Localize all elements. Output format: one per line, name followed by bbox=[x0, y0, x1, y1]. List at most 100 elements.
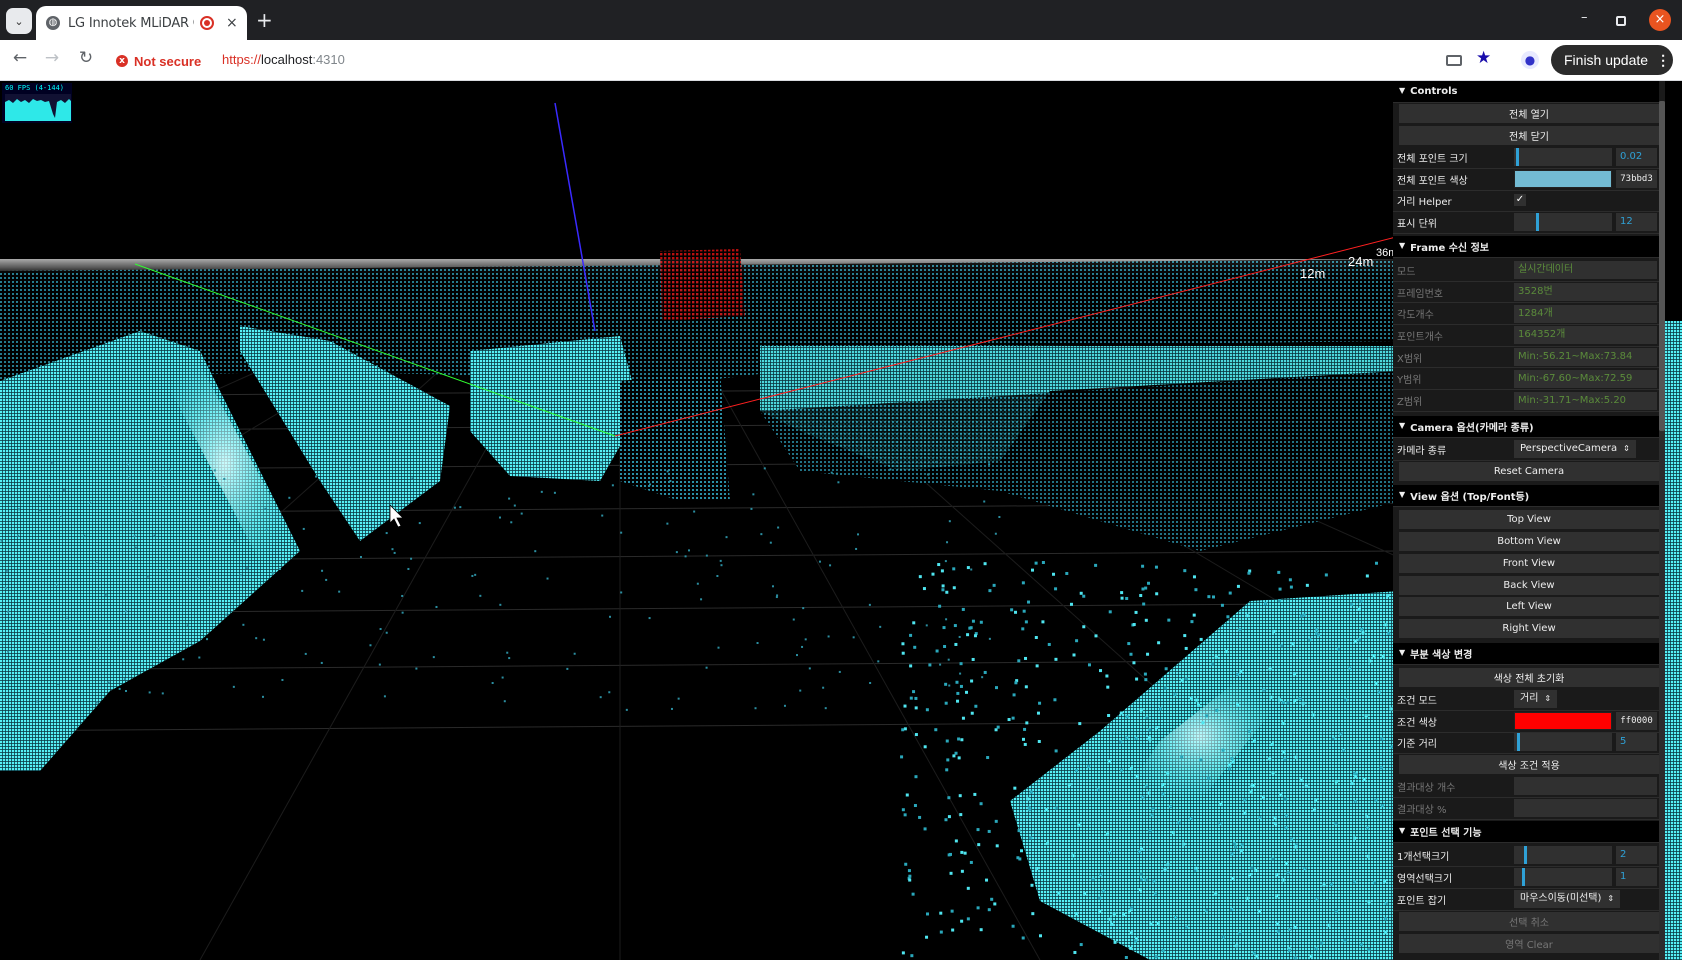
minimize-button[interactable]: – bbox=[1581, 10, 1588, 25]
point-color-swatch[interactable] bbox=[1514, 170, 1612, 189]
lidar-point bbox=[1278, 587, 1282, 591]
slider-handle[interactable] bbox=[1523, 846, 1527, 865]
lidar-point bbox=[705, 666, 708, 669]
distance-helper-row: 거리 Helper ✓ bbox=[1393, 190, 1659, 212]
lidar-point bbox=[1047, 642, 1051, 646]
lidar-point bbox=[1221, 935, 1225, 939]
point-size-slider[interactable] bbox=[1514, 148, 1612, 167]
security-indicator[interactable]: x Not secure bbox=[116, 49, 201, 73]
fps-stats-panel[interactable]: 60 FPS (4-144) bbox=[2, 83, 72, 123]
area-select-size-row: 영역선택크기 1 bbox=[1393, 867, 1659, 889]
display-unit-input[interactable]: 12 bbox=[1616, 213, 1657, 232]
open-all-button[interactable]: 전체 열기 bbox=[1399, 104, 1659, 123]
finish-update-button[interactable]: Finish update ⋮ bbox=[1551, 45, 1673, 75]
tab-active[interactable]: ◍ LG Innotek MLiDAR C × bbox=[36, 6, 247, 40]
controls-panel: ▼ Controls 전체 열기 전체 닫기 전체 포인트 크기 0.02 전체 … bbox=[1393, 81, 1665, 960]
area-select-size-slider[interactable] bbox=[1514, 868, 1612, 887]
right-view-button[interactable]: Right View bbox=[1399, 619, 1659, 638]
window-close-button[interactable]: × bbox=[1649, 9, 1671, 31]
lidar-point bbox=[1239, 669, 1243, 673]
lidar-point bbox=[1145, 715, 1149, 719]
slider-handle[interactable] bbox=[1516, 733, 1520, 752]
url-field[interactable]: https://localhost:4310 bbox=[222, 52, 345, 67]
lidar-point bbox=[1302, 613, 1306, 617]
lidar-point bbox=[979, 802, 983, 806]
lidar-point bbox=[245, 567, 248, 570]
section-partial-color[interactable]: ▼ 부분 색상 변경 bbox=[1393, 643, 1659, 665]
lidar-point bbox=[1192, 613, 1196, 617]
area-select-size-input[interactable]: 1 bbox=[1616, 868, 1657, 887]
back-button[interactable]: ← bbox=[7, 48, 33, 68]
lidar-point bbox=[1156, 922, 1160, 926]
lidar-point bbox=[59, 514, 62, 517]
close-all-button[interactable]: 전체 닫기 bbox=[1399, 126, 1659, 145]
lidar-point bbox=[1159, 707, 1163, 711]
lidar-point bbox=[1230, 757, 1234, 761]
lidar-point bbox=[937, 563, 941, 567]
slider-handle[interactable] bbox=[1515, 148, 1519, 167]
condition-mode-value: 거리 bbox=[1520, 693, 1539, 705]
camera-type-select[interactable]: PerspectiveCamera ⇕ bbox=[1514, 440, 1636, 459]
single-select-size-input[interactable]: 2 bbox=[1616, 846, 1657, 865]
slider-handle[interactable] bbox=[1535, 213, 1539, 232]
slider-handle[interactable] bbox=[1521, 868, 1525, 887]
area-clear-button[interactable]: 영역 Clear bbox=[1399, 934, 1659, 953]
base-distance-input[interactable]: 5 bbox=[1616, 733, 1657, 752]
deselect-button[interactable]: 선택 취소 bbox=[1399, 912, 1659, 931]
lidar-point bbox=[1285, 814, 1289, 818]
lidar-point bbox=[1135, 677, 1139, 681]
maximize-button[interactable] bbox=[1616, 16, 1626, 26]
bookmark-star-icon[interactable]: ★ bbox=[1476, 48, 1491, 68]
section-view[interactable]: ▼ View 옵션 (Top/Font등) bbox=[1393, 485, 1659, 507]
section-frame-info[interactable]: ▼ Frame 수신 정보 bbox=[1393, 236, 1659, 258]
display-unit-slider[interactable] bbox=[1514, 213, 1612, 232]
condition-color-input[interactable]: ff0000 bbox=[1616, 712, 1657, 731]
new-tab-button[interactable]: + bbox=[256, 10, 273, 30]
tab-close-button[interactable]: × bbox=[226, 15, 238, 31]
base-distance-slider[interactable] bbox=[1514, 733, 1612, 752]
condition-color-swatch[interactable] bbox=[1514, 712, 1612, 731]
frame-info-row: Y범위 Min:-67.60~Max:72.59 bbox=[1393, 369, 1659, 391]
reset-camera-button[interactable]: Reset Camera bbox=[1399, 462, 1659, 481]
single-select-size-slider[interactable] bbox=[1514, 846, 1612, 865]
lidar-point bbox=[935, 461, 938, 464]
lidar-point bbox=[947, 658, 950, 661]
distance-helper-checkbox[interactable]: ✓ bbox=[1514, 194, 1526, 207]
point-grab-select[interactable]: 마우스이동(미선택) ⇕ bbox=[1514, 890, 1621, 909]
reload-button[interactable]: ↻ bbox=[73, 48, 99, 68]
point-color-input[interactable]: 73bbd3 bbox=[1616, 170, 1657, 189]
profile-icon[interactable]: ● bbox=[1521, 51, 1539, 69]
bottom-view-button[interactable]: Bottom View bbox=[1399, 532, 1659, 551]
lidar-point bbox=[1204, 909, 1208, 913]
lidar-point bbox=[133, 534, 136, 537]
apply-color-condition-button[interactable]: 색상 조건 적용 bbox=[1399, 755, 1659, 774]
lidar-point bbox=[1161, 948, 1165, 952]
chevron-down-icon: ⌄ bbox=[14, 14, 24, 28]
camera-icon[interactable] bbox=[1446, 55, 1462, 66]
section-controls[interactable]: ▼ Controls bbox=[1393, 81, 1659, 103]
color-reset-all-button[interactable]: 색상 전체 초기화 bbox=[1399, 668, 1659, 687]
lidar-point bbox=[146, 575, 149, 578]
lidar-point bbox=[1189, 817, 1193, 821]
lidar-point bbox=[401, 594, 404, 597]
lidar-point bbox=[1288, 948, 1292, 952]
front-view-button[interactable]: Front View bbox=[1399, 554, 1659, 573]
forward-button[interactable]: → bbox=[39, 48, 65, 68]
lidar-point bbox=[1372, 881, 1376, 885]
tab-search-button[interactable]: ⌄ bbox=[6, 8, 32, 34]
condition-mode-select[interactable]: 거리 ⇕ bbox=[1514, 690, 1558, 709]
section-camera[interactable]: ▼ Camera 옵션(카메라 종류) bbox=[1393, 416, 1659, 438]
section-point-select[interactable]: ▼ 포인트 선택 기능 bbox=[1393, 821, 1659, 843]
frame-info-value: 실시간데이터 bbox=[1514, 261, 1657, 280]
back-view-button[interactable]: Back View bbox=[1399, 576, 1659, 595]
lidar-point bbox=[1314, 947, 1318, 951]
lidar-point bbox=[359, 555, 362, 558]
lidar-point bbox=[1168, 805, 1172, 809]
lidar-point bbox=[162, 484, 165, 487]
left-view-button[interactable]: Left View bbox=[1399, 597, 1659, 616]
point-size-input[interactable]: 0.02 bbox=[1616, 148, 1657, 167]
top-view-button[interactable]: Top View bbox=[1399, 510, 1659, 529]
tab-bar: ⌄ ◍ LG Innotek MLiDAR C × + – × bbox=[0, 0, 1682, 40]
panel-scrollbar-thumb[interactable] bbox=[1659, 101, 1665, 431]
lidar-point bbox=[499, 603, 502, 606]
